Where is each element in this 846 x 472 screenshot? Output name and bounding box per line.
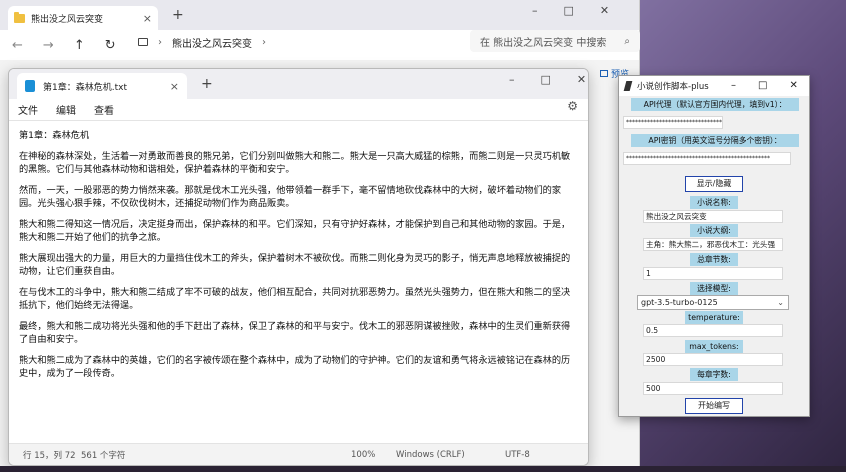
close-button[interactable]: ✕ xyxy=(600,4,609,17)
model-label: 选择模型: xyxy=(690,282,738,295)
cursor-position: 行 15，列 72 xyxy=(23,450,76,461)
novel-name-label: 小说名称: xyxy=(690,196,738,209)
novel-name-input[interactable]: 熊出没之风云突变 xyxy=(643,210,783,223)
up-icon[interactable]: ↑ xyxy=(74,38,85,53)
paragraph: 熊大和熊二得知这一情况后，决定挺身而出，保护森林的和平。它们深知，只有守护好森林… xyxy=(19,219,571,243)
close-button[interactable]: ✕ xyxy=(789,80,797,91)
minimize-button[interactable]: – xyxy=(509,73,515,86)
paragraph: 在与伐木工的斗争中，熊大和熊二结成了牢不可破的战友，他们相互配合，共同对抗邪恶势… xyxy=(19,287,571,311)
encoding: UTF-8 xyxy=(505,449,530,460)
maximize-button[interactable]: □ xyxy=(541,73,551,86)
back-icon[interactable]: ← xyxy=(12,38,23,53)
minimize-button[interactable]: – xyxy=(532,4,538,17)
forward-icon[interactable]: → xyxy=(43,38,54,53)
chapters-input[interactable]: 1 xyxy=(643,267,783,280)
notepad-tab[interactable]: 第1章：森林危机.txt × xyxy=(17,73,187,99)
folder-icon xyxy=(14,11,25,23)
api-key-input[interactable]: ****************************************… xyxy=(623,152,791,165)
start-writing-button[interactable]: 开始编写 xyxy=(685,398,743,414)
paragraph: 然而，一天，一股邪恶的势力悄然来袭。那就是伐木工光头强，他带领着一群手下，毫不留… xyxy=(19,185,562,209)
novel-tool-window: 小说创作脚本-plus – □ ✕ API代理（默认官方国内代理，填到v1）： … xyxy=(618,75,810,417)
monitor-icon xyxy=(138,38,148,46)
new-tab-button[interactable]: + xyxy=(201,76,213,92)
menu-file[interactable]: 文件 xyxy=(18,102,38,117)
search-placeholder: 在 熊出没之风云突变 中搜索 xyxy=(480,37,607,49)
notepad-tab-title: 第1章：森林危机.txt xyxy=(43,82,127,93)
notepad-window-controls: – □ ✕ xyxy=(509,73,586,86)
notepad-menubar: 文件 编辑 查看 xyxy=(9,99,588,121)
paragraph: 熊大和熊二成为了森林中的英雄，它们的名字被传颂在整个森林中，成为了动物们的守护神… xyxy=(19,355,571,379)
char-count: 561 个字符 xyxy=(81,450,126,461)
outline-input[interactable]: 主角：熊大熊二，邪恶伐木工：光头强 xyxy=(643,238,783,251)
gear-icon[interactable]: ⚙ xyxy=(567,99,578,113)
tool-window-controls: – □ ✕ xyxy=(731,80,798,91)
notepad-statusbar: 行 15，列 72 561 个字符 100% Windows (CRLF) UT… xyxy=(9,443,588,465)
menu-view[interactable]: 查看 xyxy=(94,102,114,117)
close-tab-icon[interactable]: × xyxy=(170,80,179,93)
paragraph: 在神秘的森林深处，生活着一对勇敢而善良的熊兄弟，它们分别叫做熊大和熊二。熊大是一… xyxy=(19,151,571,175)
close-button[interactable]: ✕ xyxy=(577,73,586,86)
chapters-label: 总章节数: xyxy=(690,253,738,266)
notepad-window: 第1章：森林危机.txt × + – □ ✕ 文件 编辑 查看 ⚙ 第1章：森林… xyxy=(8,68,589,466)
feather-icon xyxy=(623,81,633,91)
paragraph: 熊大展现出强大的力量，用巨大的力量挡住伐木工的斧头，保护着树木不被砍伐。而熊二则… xyxy=(19,253,571,277)
api-proxy-input[interactable]: ********************************** xyxy=(623,116,723,129)
temperature-input[interactable]: 0.5 xyxy=(643,324,783,337)
chapter-title: 第1章：森林危机 xyxy=(19,130,90,141)
address-path: 熊出没之风云突变 xyxy=(172,38,252,50)
notepad-text-area[interactable]: 第1章：森林危机 在神秘的森林深处，生活着一对勇敢而善良的熊兄弟，它们分别叫做熊… xyxy=(9,121,588,380)
words-per-chapter-label: 每章字数: xyxy=(690,368,738,381)
model-select-value: gpt-3.5-turbo-0125 xyxy=(641,298,718,307)
menu-edit[interactable]: 编辑 xyxy=(56,102,76,117)
model-select[interactable]: gpt-3.5-turbo-0125 ⌄ xyxy=(637,295,789,310)
paragraph: 最终，熊大和熊二成功将光头强和他的手下赶出了森林，保卫了森林的和平与安宁。伐木工… xyxy=(19,321,571,345)
minimize-button[interactable]: – xyxy=(731,80,736,91)
maximize-button[interactable]: □ xyxy=(758,80,767,91)
api-proxy-label: API代理（默认官方国内代理，填到v1）： xyxy=(631,98,799,111)
preview-icon xyxy=(600,70,608,77)
maximize-button[interactable]: □ xyxy=(564,4,574,17)
explorer-tab-title: 熊出没之风云突变 xyxy=(31,14,104,25)
explorer-window-controls: – □ ✕ xyxy=(532,4,609,17)
max-tokens-input[interactable]: 2500 xyxy=(643,353,783,366)
zoom-level[interactable]: 100% xyxy=(351,450,375,460)
search-input[interactable]: 在 熊出没之风云突变 中搜索 ⌕ xyxy=(470,30,640,52)
toggle-visibility-button[interactable]: 显示/隐藏 xyxy=(685,176,743,192)
explorer-tab[interactable]: 熊出没之风云突变 × xyxy=(8,6,158,30)
close-tab-icon[interactable]: × xyxy=(143,12,152,25)
max-tokens-label: max_tokens: xyxy=(685,340,743,353)
address-bar[interactable]: › 熊出没之风云突变 › xyxy=(138,32,458,52)
search-icon: ⌕ xyxy=(624,35,630,47)
notepad-icon xyxy=(25,80,35,92)
api-key-label: API密钥（用英文逗号分隔多个密钥）： xyxy=(631,134,799,147)
notepad-titlebar: 第1章：森林危机.txt × + xyxy=(9,69,588,99)
tool-title: 小说创作脚本-plus xyxy=(637,82,709,92)
outline-label: 小说大纲: xyxy=(690,224,738,237)
words-per-chapter-input[interactable]: 500 xyxy=(643,382,783,395)
chevron-down-icon: ⌄ xyxy=(777,298,784,307)
temperature-label: temperature: xyxy=(685,311,743,324)
line-ending: Windows (CRLF) xyxy=(396,449,465,460)
refresh-icon[interactable]: ↻ xyxy=(105,38,116,53)
taskbar-strip xyxy=(0,466,846,472)
new-tab-button[interactable]: + xyxy=(172,7,184,23)
